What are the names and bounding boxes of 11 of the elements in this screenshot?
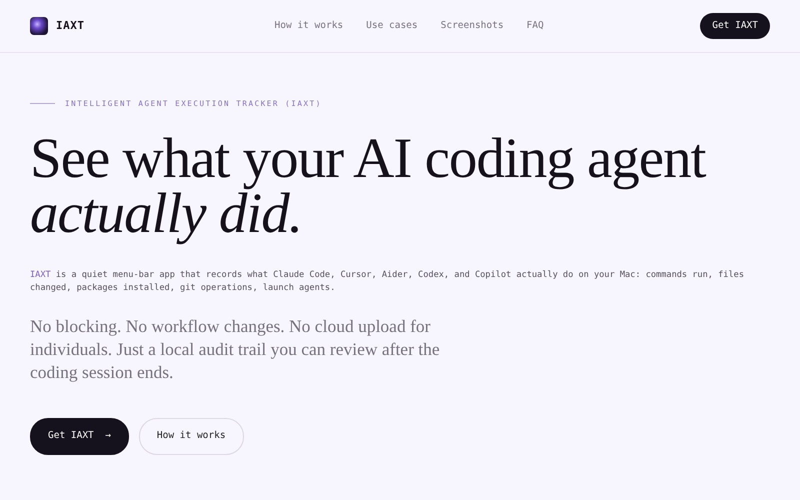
- app-logo-icon: [30, 17, 48, 35]
- nav-link[interactable]: How it works: [274, 18, 344, 34]
- nav-link[interactable]: Use cases: [366, 18, 418, 34]
- nav-link[interactable]: Screenshots: [440, 18, 504, 34]
- get-app-button[interactable]: Get IAXT: [700, 12, 770, 40]
- lead-paragraph: No blocking. No workflow changes. No cloud upload for individuals. Just a local audit trail you can review after the coding session ends.: [30, 315, 441, 384]
- intro-paragraph: IAXT is a quiet menu-bar app that records what Claude Code, Cursor, Aider, Codex, and Copilot actually do on your Mac: commands run, files changed, packages installed, git operations, launch agents.: [30, 269, 746, 296]
- get-app-button[interactable]: Get IAXT →: [30, 418, 129, 454]
- how-it-works-button[interactable]: How it works: [138, 418, 244, 454]
- nav-link[interactable]: FAQ: [526, 18, 544, 34]
- brand-name: IAXT: [56, 18, 84, 34]
